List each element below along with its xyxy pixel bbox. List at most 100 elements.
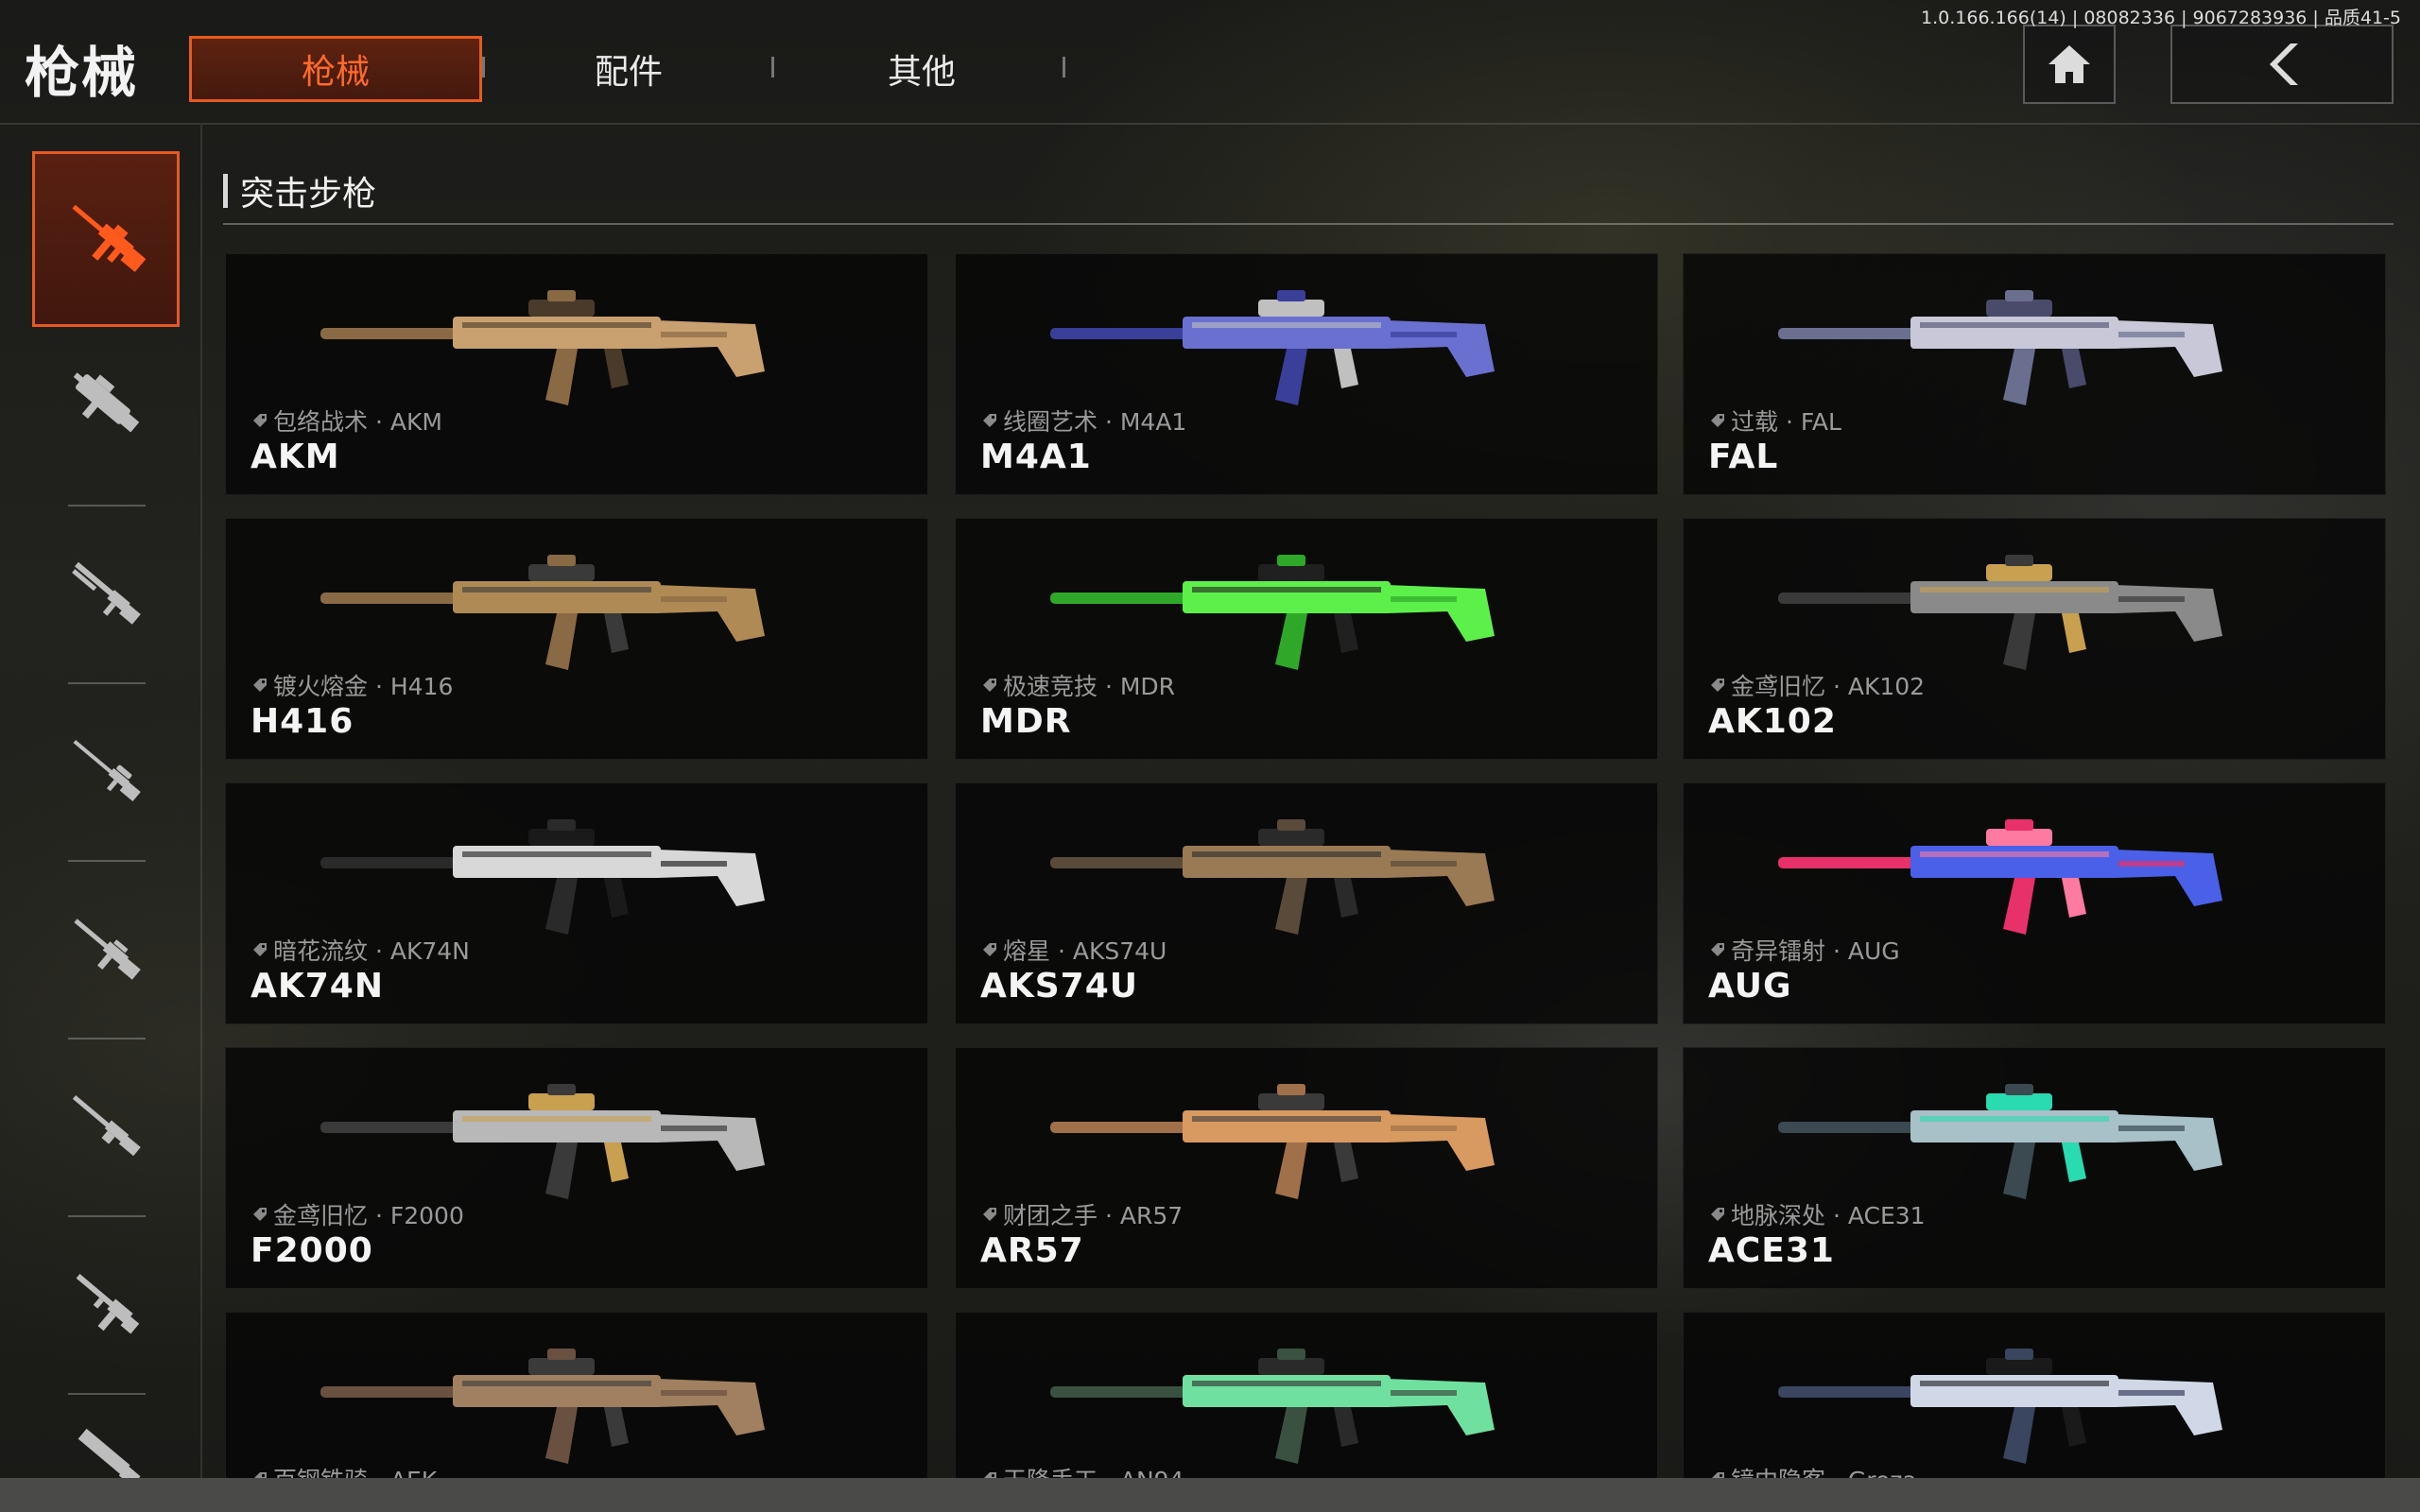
tag-icon xyxy=(983,679,996,692)
weapon-name: AUG xyxy=(1708,967,1792,1005)
home-button[interactable] xyxy=(2023,25,2116,104)
tab-guns[interactable]: 枪械 xyxy=(189,36,482,102)
tab-attachments[interactable]: 配件 xyxy=(482,36,775,102)
tag-icon xyxy=(1711,1208,1724,1221)
weapon-skin-label: 包络战术 · AKM xyxy=(252,404,442,438)
weapon-card[interactable]: 地脉深处 · ACE31 ACE31 xyxy=(1683,1047,2386,1289)
weapon-image xyxy=(320,1084,765,1199)
assault-rifle-icon xyxy=(72,204,147,272)
section-divider xyxy=(223,223,2394,225)
weapon-skin-text: 过载 · FAL xyxy=(1731,408,1841,436)
weapon-image xyxy=(1050,819,1495,935)
weapon-image xyxy=(1050,1349,1495,1464)
weapon-card[interactable]: 包络战术 · AKM AKM xyxy=(225,253,928,495)
tag-icon xyxy=(1711,414,1724,427)
tag-icon xyxy=(983,414,996,427)
weapon-card[interactable]: 天降手工 · AN94 xyxy=(955,1312,1658,1482)
weapon-card[interactable]: 金鸢旧忆 · F2000 F2000 xyxy=(225,1047,928,1289)
category-divider xyxy=(68,682,146,684)
weapon-name: MDR xyxy=(980,702,1072,741)
category-special[interactable] xyxy=(32,1410,180,1486)
weapon-name: AK102 xyxy=(1708,702,1837,741)
category-dmr[interactable] xyxy=(32,877,180,1019)
weapon-image xyxy=(320,555,765,670)
tag-icon xyxy=(253,414,267,427)
weapon-skin-label: 财团之手 · AR57 xyxy=(982,1197,1183,1231)
tag-icon xyxy=(1711,943,1724,956)
weapon-image xyxy=(320,1349,765,1464)
tag-icon xyxy=(983,943,996,956)
category-sniper[interactable] xyxy=(32,699,180,841)
tag-icon xyxy=(253,943,267,956)
weapon-skin-label: 镀火熔金 · H416 xyxy=(252,668,453,702)
lmg-icon xyxy=(72,1095,141,1157)
weapon-skin-text: 极速竞技 · MDR xyxy=(1003,673,1176,700)
weapon-skin-label: 金鸢旧忆 · AK102 xyxy=(1710,668,1925,702)
special-weapon-icon xyxy=(78,1428,141,1486)
category-assault-rifle[interactable] xyxy=(32,151,180,327)
weapon-name: AKS74U xyxy=(980,967,1139,1005)
sniper-rifle-icon xyxy=(73,740,141,802)
category-divider xyxy=(68,1215,146,1217)
weapon-skin-text: 地脉深处 · ACE31 xyxy=(1731,1202,1926,1229)
weapon-skin-text: 暗花流纹 · AK74N xyxy=(273,937,470,965)
weapon-card[interactable]: 极速竞技 · MDR MDR xyxy=(955,518,1658,760)
weapon-skin-label: 过载 · FAL xyxy=(1710,404,1841,438)
weapon-image xyxy=(1050,1084,1495,1199)
weapon-image xyxy=(1778,1349,2222,1464)
bottom-strip xyxy=(0,1478,2420,1512)
weapon-card[interactable]: 过载 · FAL FAL xyxy=(1683,253,2386,495)
weapon-name: H416 xyxy=(251,702,354,741)
weapon-image xyxy=(1778,555,2222,670)
category-smg[interactable] xyxy=(32,331,180,472)
section-title: 突击步枪 xyxy=(223,166,376,215)
pistol-icon xyxy=(76,1274,140,1334)
weapon-card[interactable]: 熔星 · AKS74U AKS74U xyxy=(955,782,1658,1024)
weapon-name: M4A1 xyxy=(980,438,1092,476)
tab-separator xyxy=(1063,57,1065,77)
weapon-card[interactable]: 百钢铁骑 · AEK xyxy=(225,1312,928,1482)
category-pistol[interactable] xyxy=(32,1232,180,1374)
weapon-card[interactable]: 暗花流纹 · AK74N AK74N xyxy=(225,782,928,1024)
build-info: 1.0.166.166(14) | 08082336 | 9067283936 … xyxy=(1921,8,2401,28)
category-lmg[interactable] xyxy=(32,1055,180,1196)
weapon-image xyxy=(320,819,765,935)
weapon-grid: 包络战术 · AKM AKM 线圈艺术 · M4A1 M4A1 过载 · FAL FAL 镀… xyxy=(225,253,2390,1482)
section-title-text: 突击步枪 xyxy=(240,175,377,214)
weapon-skin-text: 熔星 · AKS74U xyxy=(1003,937,1167,965)
home-icon xyxy=(2048,45,2090,83)
weapon-image xyxy=(1778,1084,2222,1199)
page-title: 枪械 xyxy=(25,41,139,105)
tab-other[interactable]: 其他 xyxy=(775,36,1068,102)
tag-icon xyxy=(1711,679,1724,692)
category-divider xyxy=(68,860,146,862)
weapon-skin-text: 财团之手 · AR57 xyxy=(1003,1202,1184,1229)
weapon-skin-label: 熔星 · AKS74U xyxy=(982,933,1167,967)
weapon-skin-label: 奇异镭射 · AUG xyxy=(1710,933,1900,967)
tag-icon xyxy=(253,1208,267,1221)
weapon-card[interactable]: 镜中隐客 · Groza xyxy=(1683,1312,2386,1482)
tag-icon xyxy=(253,679,267,692)
weapon-name: AK74N xyxy=(251,967,384,1005)
tab-separator xyxy=(771,57,774,77)
weapon-card[interactable]: 奇异镭射 · AUG AUG xyxy=(1683,782,2386,1024)
weapon-image xyxy=(1778,819,2222,935)
category-shotgun[interactable] xyxy=(32,522,180,663)
weapon-image xyxy=(1050,555,1495,670)
back-button[interactable] xyxy=(2170,25,2394,104)
weapon-card[interactable]: 金鸢旧忆 · AK102 AK102 xyxy=(1683,518,2386,760)
dmr-icon xyxy=(74,919,141,980)
smg-icon xyxy=(73,372,140,433)
weapon-skin-label: 金鸢旧忆 · F2000 xyxy=(252,1197,464,1231)
weapon-image xyxy=(1050,290,1495,405)
shotgun-icon xyxy=(72,561,141,625)
category-divider xyxy=(68,1393,146,1395)
weapon-skin-label: 极速竞技 · MDR xyxy=(982,668,1175,702)
weapon-card[interactable]: 镀火熔金 · H416 H416 xyxy=(225,518,928,760)
weapon-skin-label: 暗花流纹 · AK74N xyxy=(252,933,470,967)
weapon-card[interactable]: 财团之手 · AR57 AR57 xyxy=(955,1047,1658,1289)
weapon-name: F2000 xyxy=(251,1231,373,1270)
weapon-name: AKM xyxy=(251,438,340,476)
weapon-name: ACE31 xyxy=(1708,1231,1835,1270)
weapon-card[interactable]: 线圈艺术 · M4A1 M4A1 xyxy=(955,253,1658,495)
